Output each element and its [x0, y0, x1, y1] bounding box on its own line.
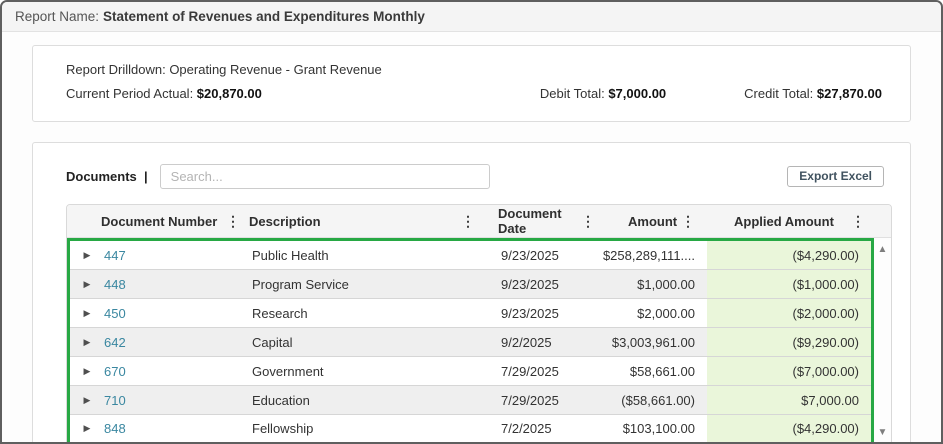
document-number-link[interactable]: 447	[104, 248, 126, 263]
report-name-bar: Report Name: Statement of Revenues and E…	[2, 2, 941, 32]
description-cell: Program Service	[252, 270, 487, 298]
debit-total-value: $7,000.00	[608, 86, 666, 101]
document-number-link[interactable]: 670	[104, 364, 126, 379]
app-window: Report Name: Statement of Revenues and E…	[0, 0, 943, 444]
column-label: Document Number	[101, 214, 217, 229]
column-menu-icon[interactable]: ⋮	[461, 214, 475, 228]
row-expand-icon[interactable]: ▶	[84, 308, 91, 319]
description-cell: Capital	[252, 328, 487, 356]
documents-section-label: Documents |	[66, 169, 148, 184]
applied-amount-cell: ($4,290.00)	[707, 415, 871, 442]
search-input[interactable]	[160, 164, 490, 189]
amount-cell: $1,000.00	[607, 270, 707, 298]
current-period-actual: Current Period Actual: $20,870.00	[66, 86, 262, 101]
report-name-title: Statement of Revenues and Expenditures M…	[103, 9, 425, 24]
applied-amount-cell: ($9,290.00)	[707, 328, 871, 356]
table-row[interactable]: ▶ 448 Program Service 9/23/2025 $1,000.0…	[70, 270, 871, 299]
document-number-link[interactable]: 642	[104, 335, 126, 350]
document-number-link[interactable]: 848	[104, 421, 126, 436]
column-header-amount[interactable]: Amount ⋮	[604, 214, 704, 229]
column-header-description[interactable]: Description ⋮	[249, 214, 484, 229]
column-label: Document Date	[498, 206, 581, 236]
table-row[interactable]: ▶ 670 Government 7/29/2025 $58,661.00 ($…	[70, 357, 871, 386]
documents-toolbar: Documents | Export Excel	[66, 163, 890, 189]
applied-amount-cell: $7,000.00	[707, 386, 871, 414]
document-date-cell: 7/2/2025	[487, 415, 607, 442]
amount-cell: ($58,661.00)	[607, 386, 707, 414]
table-row[interactable]: ▶ 710 Education 7/29/2025 ($58,661.00) $…	[70, 386, 871, 415]
row-expand-icon[interactable]: ▶	[84, 250, 91, 261]
column-menu-icon[interactable]: ⋮	[581, 214, 595, 228]
table-header-row: Document Number ⋮ Description ⋮ Document…	[67, 205, 891, 238]
description-cell: Fellowship	[252, 415, 487, 442]
applied-amount-cell: ($2,000.00)	[707, 299, 871, 327]
documents-card: Documents | Export Excel Document Number…	[32, 142, 911, 444]
report-name-label: Report Name:	[15, 9, 99, 24]
documents-table: Document Number ⋮ Description ⋮ Document…	[66, 204, 892, 444]
credit-total: Credit Total: $27,870.00	[744, 86, 882, 101]
document-number-link[interactable]: 448	[104, 277, 126, 292]
export-excel-button[interactable]: Export Excel	[787, 166, 884, 187]
description-cell: Public Health	[252, 241, 487, 269]
table-row[interactable]: ▶ 642 Capital 9/2/2025 $3,003,961.00 ($9…	[70, 328, 871, 357]
document-date-cell: 9/2/2025	[487, 328, 607, 356]
table-row[interactable]: ▶ 447 Public Health 9/23/2025 $258,289,1…	[70, 241, 871, 270]
amount-cell: $2,000.00	[607, 299, 707, 327]
applied-amount-cell: ($7,000.00)	[707, 357, 871, 385]
highlighted-rows-region: ▶ 447 Public Health 9/23/2025 $258,289,1…	[67, 238, 874, 444]
column-menu-icon[interactable]: ⋮	[681, 214, 695, 228]
column-label: Amount	[628, 214, 677, 229]
column-label: Description	[249, 214, 321, 229]
description-cell: Government	[252, 357, 487, 385]
table-row[interactable]: ▶ 450 Research 9/23/2025 $2,000.00 ($2,0…	[70, 299, 871, 328]
table-row[interactable]: ▶ 848 Fellowship 7/2/2025 $103,100.00 ($…	[70, 415, 871, 442]
amount-cell: $103,100.00	[607, 415, 707, 442]
amount-cell: $3,003,961.00	[607, 328, 707, 356]
row-expand-icon[interactable]: ▶	[84, 395, 91, 406]
debit-total-label: Debit Total:	[540, 86, 608, 101]
row-expand-icon[interactable]: ▶	[84, 337, 91, 348]
column-menu-icon[interactable]: ⋮	[226, 214, 240, 228]
scroll-down-icon[interactable]: ▼	[878, 428, 888, 438]
description-cell: Research	[252, 299, 487, 327]
document-number-link[interactable]: 710	[104, 393, 126, 408]
scroll-up-icon[interactable]: ▲	[878, 245, 888, 255]
debit-total: Debit Total: $7,000.00	[540, 86, 666, 101]
table-body: ▶ 447 Public Health 9/23/2025 $258,289,1…	[67, 238, 891, 444]
row-expand-icon[interactable]: ▶	[84, 366, 91, 377]
column-header-applied-amount[interactable]: Applied Amount ⋮	[704, 214, 874, 229]
column-menu-icon[interactable]: ⋮	[851, 214, 865, 228]
row-expand-icon[interactable]: ▶	[84, 279, 91, 290]
column-label: Applied Amount	[734, 214, 834, 229]
document-date-cell: 7/29/2025	[487, 357, 607, 385]
amount-cell: $58,661.00	[607, 357, 707, 385]
drilldown-title: Report Drilldown: Operating Revenue - Gr…	[66, 62, 883, 77]
applied-amount-cell: ($4,290.00)	[707, 241, 871, 269]
credit-total-label: Credit Total:	[744, 86, 817, 101]
document-date-cell: 7/29/2025	[487, 386, 607, 414]
document-date-cell: 9/23/2025	[487, 241, 607, 269]
amount-cell: $258,289,111....	[607, 241, 707, 269]
description-cell: Education	[252, 386, 487, 414]
credit-total-value: $27,870.00	[817, 86, 882, 101]
row-expand-icon[interactable]: ▶	[84, 423, 91, 434]
column-header-document-number[interactable]: Document Number ⋮	[101, 214, 249, 229]
document-number-link[interactable]: 450	[104, 306, 126, 321]
column-header-document-date[interactable]: Document Date ⋮	[484, 206, 604, 236]
drilldown-card: Report Drilldown: Operating Revenue - Gr…	[32, 45, 911, 122]
current-period-label: Current Period Actual:	[66, 86, 197, 101]
document-date-cell: 9/23/2025	[487, 270, 607, 298]
current-period-value: $20,870.00	[197, 86, 262, 101]
table-scrollbar[interactable]: ▲ ▼	[874, 238, 891, 444]
applied-amount-cell: ($1,000.00)	[707, 270, 871, 298]
document-date-cell: 9/23/2025	[487, 299, 607, 327]
